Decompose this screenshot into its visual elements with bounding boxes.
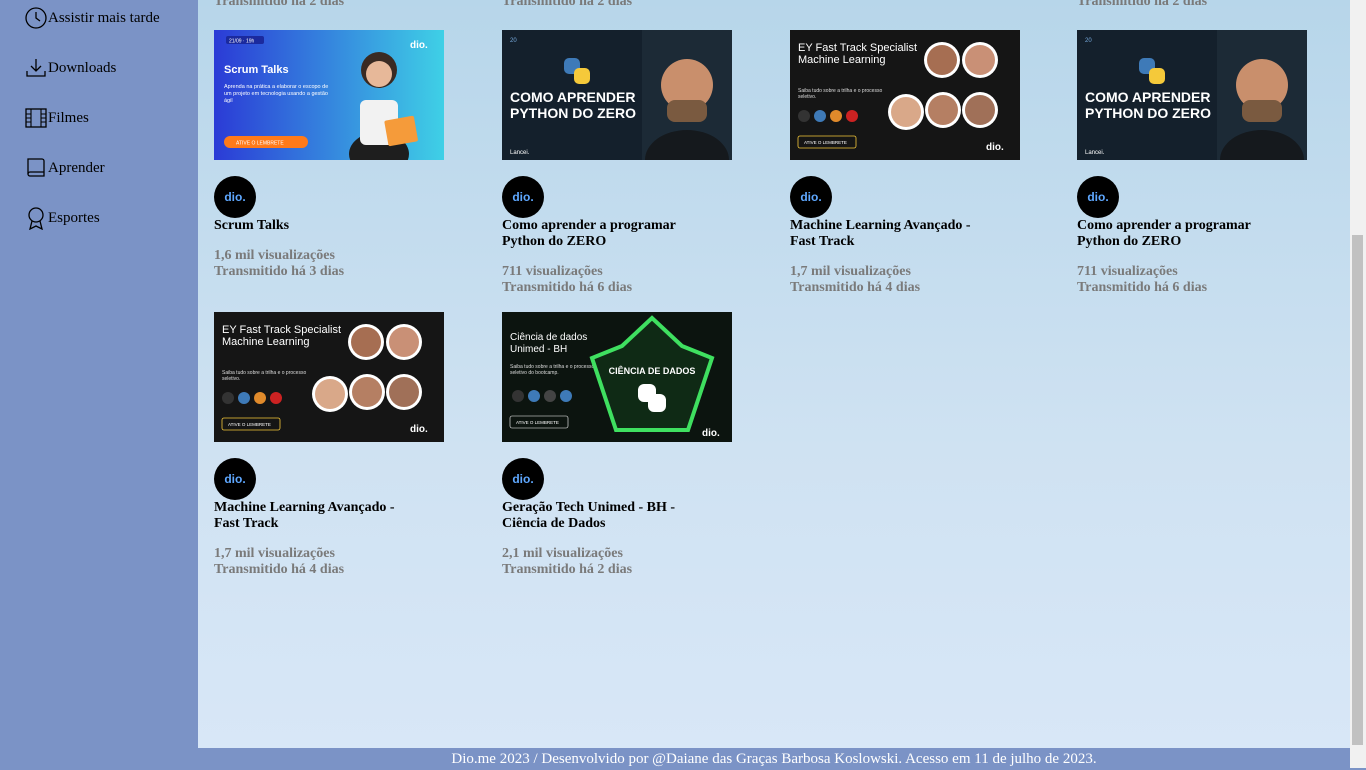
sidebar-item-learn[interactable]: Aprender <box>24 156 105 180</box>
svg-text:Scrum Talks: Scrum Talks <box>224 64 289 76</box>
sidebar-item-movies[interactable]: Filmes <box>24 106 89 130</box>
avatar[interactable]: dio. <box>1077 176 1119 218</box>
video-card[interactable]: EY Fast Track Specialist Machine Learnin… <box>790 30 1030 295</box>
video-views: 711 visualizações <box>502 264 603 279</box>
video-time: Transmitido há 3 dias <box>214 264 345 279</box>
video-title[interactable]: Machine Learning Avançado - Fast Track <box>790 218 990 250</box>
video-time: Transmitido há 2 dias <box>1077 0 1208 9</box>
svg-text:CIÊNCIA DE DADOS: CIÊNCIA DE DADOS <box>609 365 696 376</box>
footer: Dio.me 2023 / Desenvolvido por @Daiane d… <box>198 748 1350 768</box>
sidebar-item-downloads[interactable]: Downloads <box>24 56 116 80</box>
svg-text:COMO APRENDER: COMO APRENDER <box>510 89 636 105</box>
book-icon <box>24 156 48 180</box>
video-time: Transmitido há 6 dias <box>502 280 633 295</box>
video-grid: Transmitido há 2 dias Transmitido há 2 d… <box>198 0 1350 748</box>
video-title[interactable]: Como aprender a programar Python do ZERO <box>502 218 702 250</box>
sidebar-item-label: Downloads <box>48 60 117 76</box>
clock-icon <box>24 6 48 30</box>
video-views: 2,1 mil visualizações <box>502 546 623 561</box>
sidebar-item-label: Aprender <box>48 160 105 176</box>
video-title[interactable]: Machine Learning Avançado - Fast Track <box>214 500 414 532</box>
video-card[interactable]: 20 COMO APRENDER PYTHON DO ZERO Lancei. … <box>502 30 742 295</box>
video-thumbnail[interactable]: EY Fast Track Specialist Machine Learnin… <box>790 30 1020 160</box>
video-thumbnail[interactable]: 20 COMO APRENDER PYTHON DO ZERO Lancei. <box>502 30 732 160</box>
avatar[interactable]: dio. <box>502 458 544 500</box>
svg-text:21/09 · 19h: 21/09 · 19h <box>229 39 255 45</box>
video-time: Transmitido há 4 dias <box>790 280 921 295</box>
sidebar-item-sports[interactable]: Esportes <box>24 206 100 230</box>
video-thumbnail[interactable]: 20 COMO APRENDER PYTHON DO ZERO Lancei. <box>1077 30 1307 160</box>
svg-text:20: 20 <box>1085 38 1092 44</box>
sidebar-item-watch-later[interactable]: Assistir mais tarde <box>24 6 160 30</box>
svg-text:Lancei.: Lancei. <box>1085 150 1105 156</box>
sidebar-item-label: Assistir mais tarde <box>48 10 160 26</box>
avatar[interactable]: dio. <box>502 176 544 218</box>
svg-text:PYTHON DO ZERO: PYTHON DO ZERO <box>1085 105 1211 121</box>
svg-text:dio.: dio. <box>702 428 720 439</box>
video-title[interactable]: Como aprender a programar Python do ZERO <box>1077 218 1277 250</box>
video-card[interactable]: Ciência de dados Unimed - BH Saiba tudo … <box>502 312 742 577</box>
avatar[interactable]: dio. <box>790 176 832 218</box>
film-icon <box>24 106 48 130</box>
video-card[interactable]: 20 COMO APRENDER PYTHON DO ZERO Lancei. … <box>1077 30 1317 295</box>
video-title[interactable]: Scrum Talks <box>214 218 414 234</box>
sidebar-item-label: Filmes <box>48 110 89 126</box>
svg-text:Lancei.: Lancei. <box>510 150 530 156</box>
svg-text:PYTHON DO ZERO: PYTHON DO ZERO <box>510 105 636 121</box>
svg-text:COMO APRENDER: COMO APRENDER <box>1085 89 1211 105</box>
video-views: 711 visualizações <box>1077 264 1178 279</box>
video-time: Transmitido há 2 dias <box>502 562 633 577</box>
video-time: Transmitido há 2 dias <box>502 0 633 9</box>
download-icon <box>24 56 48 80</box>
sidebar-item-label: Esportes <box>48 210 100 226</box>
svg-text:20: 20 <box>510 38 517 44</box>
avatar[interactable]: dio. <box>214 458 256 500</box>
video-thumbnail[interactable]: Ciência de dados Unimed - BH Saiba tudo … <box>502 312 732 442</box>
svg-text:ATIVE O LEMBRETE: ATIVE O LEMBRETE <box>516 420 559 425</box>
scrollbar-thumb[interactable] <box>1352 235 1363 745</box>
video-card[interactable]: EY Fast Track Specialist Machine Learnin… <box>214 312 454 577</box>
svg-text:dio.: dio. <box>986 142 1004 153</box>
video-views: 1,6 mil visualizações <box>214 248 335 263</box>
video-card[interactable]: 21/09 · 19h Scrum Talks Aprenda na práti… <box>214 30 454 279</box>
svg-text:dio.: dio. <box>410 424 428 435</box>
video-views: 1,7 mil visualizações <box>214 546 335 561</box>
video-thumbnail[interactable]: 21/09 · 19h Scrum Talks Aprenda na práti… <box>214 30 444 160</box>
scrollbar[interactable] <box>1350 0 1366 768</box>
svg-text:dio.: dio. <box>410 40 428 51</box>
avatar[interactable]: dio. <box>214 176 256 218</box>
video-time: Transmitido há 6 dias <box>1077 280 1208 295</box>
svg-text:ATIVE O LEMBRETE: ATIVE O LEMBRETE <box>236 141 284 147</box>
svg-text:ATIVE O LEMBRETE: ATIVE O LEMBRETE <box>804 140 847 145</box>
video-time: Transmitido há 4 dias <box>214 562 345 577</box>
award-icon <box>24 206 48 230</box>
video-title[interactable]: Geração Tech Unimed - BH - Ciência de Da… <box>502 500 702 532</box>
video-thumbnail[interactable]: EY Fast Track Specialist Machine Learnin… <box>214 312 444 442</box>
video-views: 1,7 mil visualizações <box>790 264 911 279</box>
svg-text:ATIVE O LEMBRETE: ATIVE O LEMBRETE <box>228 422 271 427</box>
sidebar: Assistir mais tarde Downloads Filmes Apr… <box>0 0 198 748</box>
video-time: Transmitido há 2 dias <box>214 0 345 9</box>
